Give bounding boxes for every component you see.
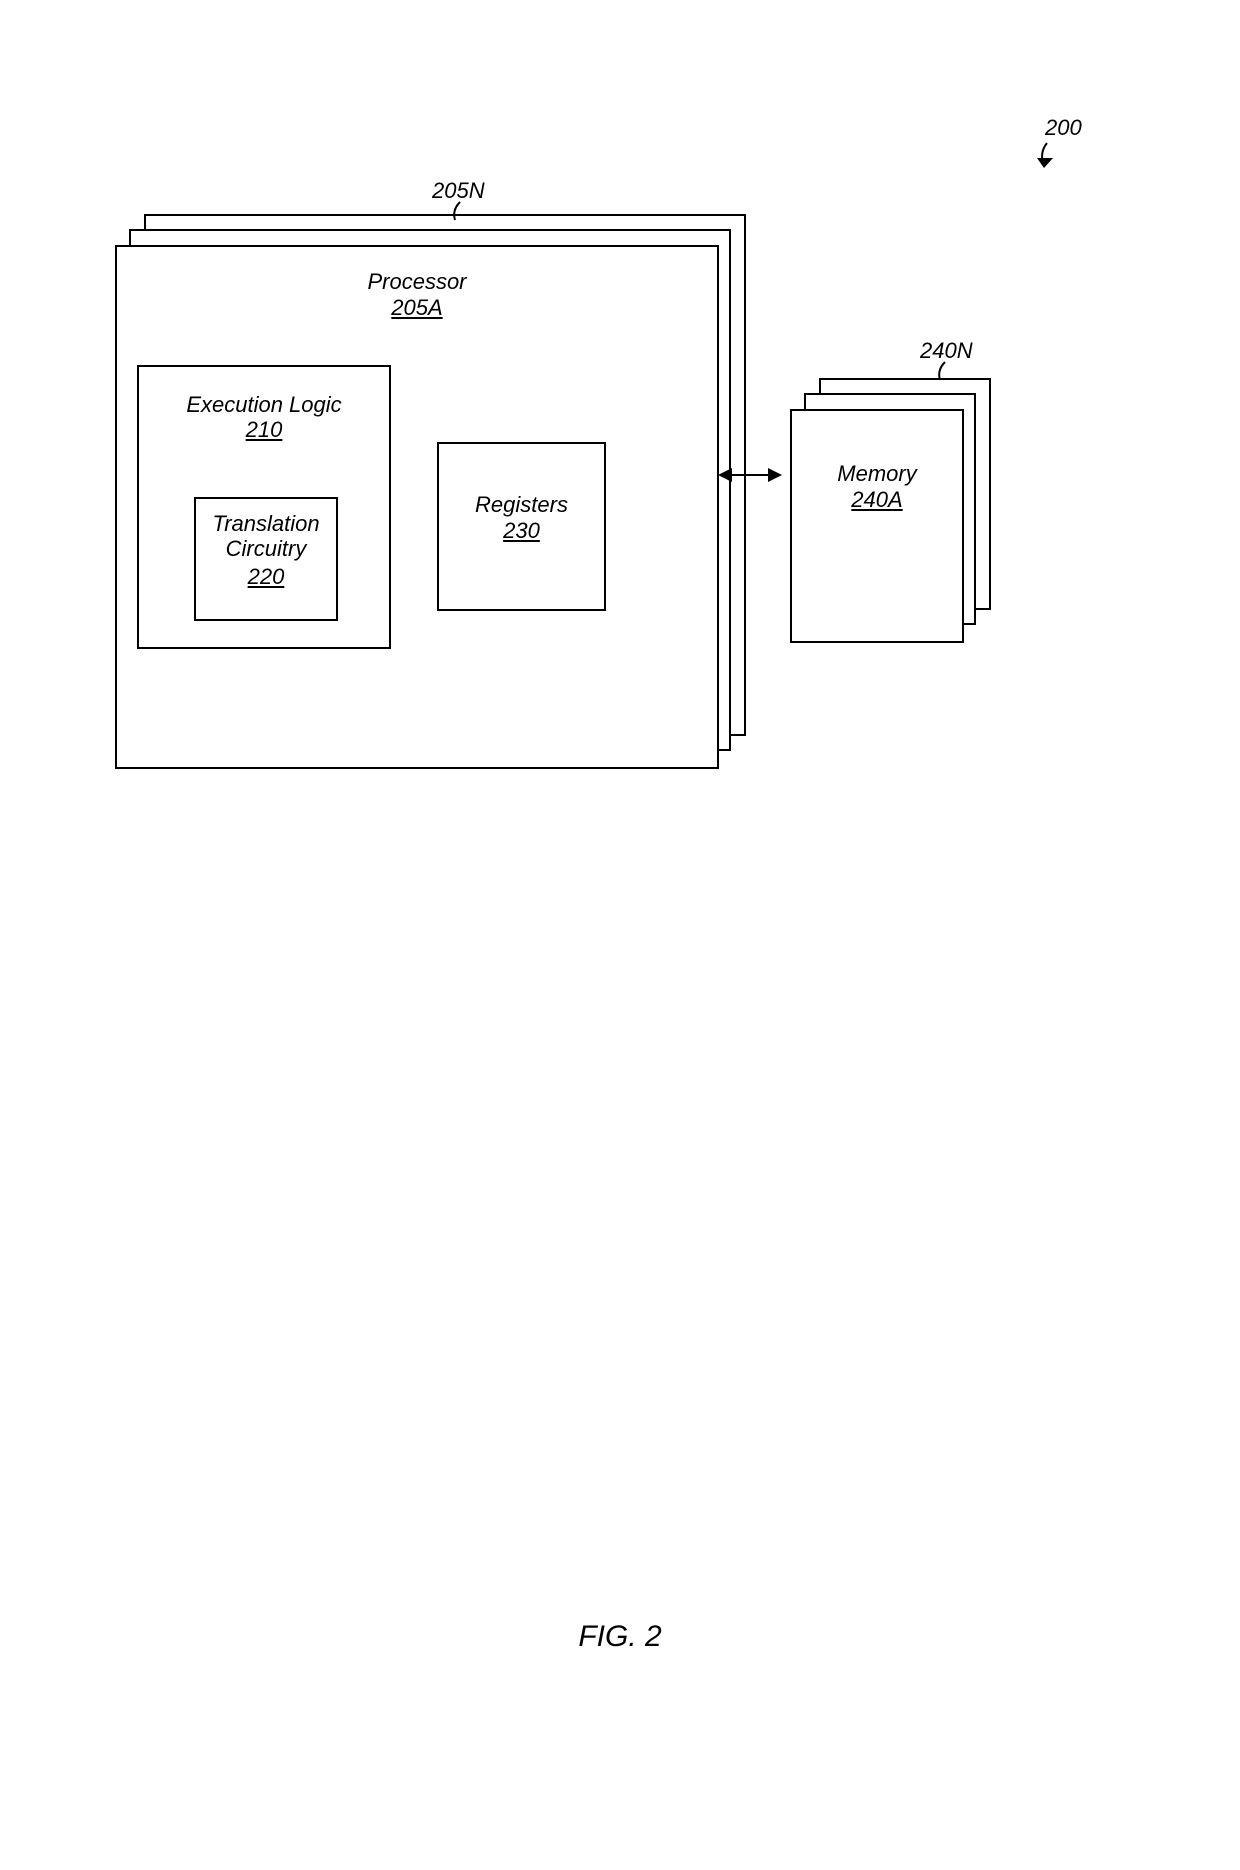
processor-title: Processor xyxy=(117,269,717,295)
execution-logic-title: Execution Logic xyxy=(139,392,389,418)
translation-title2: Circuitry xyxy=(196,536,336,562)
execution-logic-ref: 210 xyxy=(139,417,389,443)
figure-caption: FIG. 2 xyxy=(0,1620,1240,1654)
processor-box: Processor 205A Execution Logic 210 Trans… xyxy=(115,245,719,769)
execution-logic-box: Execution Logic 210 Translation Circuitr… xyxy=(137,365,391,649)
translation-circuitry-box: Translation Circuitry 220 xyxy=(194,497,338,621)
translation-ref: 220 xyxy=(196,564,336,590)
translation-title1: Translation xyxy=(196,511,336,537)
processor-ref: 205A xyxy=(117,295,717,321)
registers-box: Registers 230 xyxy=(437,442,606,611)
registers-title: Registers xyxy=(439,492,604,518)
registers-ref: 230 xyxy=(439,518,604,544)
memory-title: Memory xyxy=(792,461,962,487)
memory-stack-ref: 240N xyxy=(920,338,973,364)
processor-stack-ref: 205N xyxy=(432,178,485,204)
memory-box: Memory 240A xyxy=(790,409,964,643)
memory-ref: 240A xyxy=(792,487,962,513)
